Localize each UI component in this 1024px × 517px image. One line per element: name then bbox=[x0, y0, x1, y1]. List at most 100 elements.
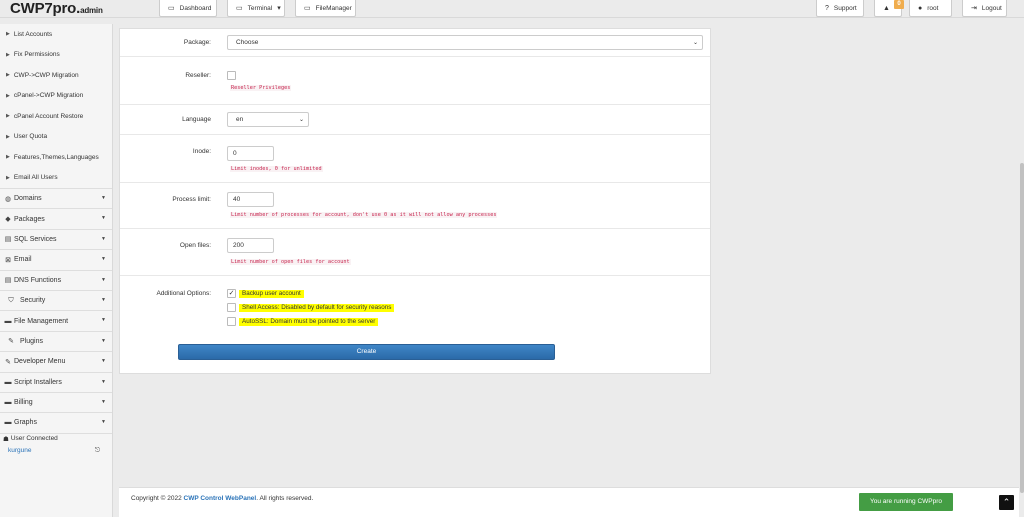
caret-down-icon: ▼ bbox=[101, 358, 106, 365]
sidebar-item-cpanel-migration[interactable]: ▶ cPanel->CWP Migration bbox=[0, 86, 112, 107]
triangle-right-icon: ▶ bbox=[6, 154, 10, 161]
user-label: root bbox=[927, 4, 939, 12]
language-row: Language en ⌄ bbox=[120, 105, 710, 135]
sidebar-item-fix-permissions[interactable]: ▶ Fix Permissions bbox=[0, 45, 112, 66]
top-bar: CWP7pro.admin ▭ Dashboard ▭ Terminal ▾ ▭… bbox=[0, 0, 1024, 18]
language-label: Language bbox=[182, 116, 211, 123]
page-scrollbar[interactable] bbox=[1019, 18, 1024, 517]
users-icon: ☗ bbox=[3, 435, 9, 443]
triangle-right-icon: ▶ bbox=[6, 31, 10, 38]
caret-down-icon: ▼ bbox=[101, 235, 106, 242]
check-icon: ✓ bbox=[228, 290, 235, 297]
logout-icon: ⇥ bbox=[971, 5, 977, 12]
user-connected-heading: ☗ User Connected bbox=[0, 432, 112, 444]
user-logout-icon[interactable]: ⎋ bbox=[95, 447, 100, 455]
inode-row: Inode: 0 Limit inodes, 0 for unlimited bbox=[120, 135, 710, 183]
scroll-top-button[interactable]: ⌃ bbox=[999, 495, 1014, 510]
bell-icon: ▲ bbox=[883, 4, 890, 12]
reseller-row: Reseller: Reseller Privileges bbox=[120, 57, 710, 105]
sidebar-item-list-accounts[interactable]: ▶ List Accounts bbox=[0, 24, 112, 45]
triangle-right-icon: ▶ bbox=[6, 72, 10, 79]
monitor-icon: ▭ bbox=[304, 5, 311, 12]
caret-down-icon: ▼ bbox=[101, 317, 106, 324]
process-limit-input[interactable]: 40 bbox=[227, 192, 274, 207]
language-select[interactable]: en ⌄ bbox=[227, 112, 309, 127]
terminal-label: Terminal bbox=[247, 4, 273, 12]
sidebar-menu-dns-functions[interactable]: ▤ DNS Functions ▼ bbox=[0, 269, 112, 290]
sidebar-item-email-all-users[interactable]: ▶ Email All Users bbox=[0, 168, 112, 189]
inode-label: Inode: bbox=[192, 148, 211, 155]
shell-access-checkbox[interactable] bbox=[227, 303, 236, 312]
server-icon: ▤ bbox=[4, 277, 12, 285]
dashboard-button[interactable]: ▭ Dashboard bbox=[159, 0, 217, 17]
open-files-help: Limit number of open files for account bbox=[230, 259, 351, 265]
sidebar-menu-script-installers[interactable]: ▬ Script Installers ▼ bbox=[0, 371, 112, 392]
caret-down-icon: ▼ bbox=[101, 215, 106, 222]
sidebar-menu-file-management[interactable]: ▬ File Management ▼ bbox=[0, 310, 112, 330]
sidebar-menu-domains[interactable]: ◍ Domains ▼ bbox=[0, 188, 112, 208]
backup-checkbox[interactable]: ✓ bbox=[227, 289, 236, 298]
support-label: Support bbox=[833, 4, 857, 12]
create-account-form: Package: Choose ⌄ Reseller: Reseller Pri… bbox=[119, 28, 711, 374]
sidebar-menu-developer[interactable]: ✎ Developer Menu ▼ bbox=[0, 351, 112, 371]
additional-options-row: Additional Options: ✓ Backup user accoun… bbox=[120, 276, 710, 332]
logout-label: Logout bbox=[981, 4, 1002, 12]
sidebar-menu-graphs[interactable]: ▬ Graphs ▼ bbox=[0, 412, 112, 432]
chevron-down-icon: ⌄ bbox=[298, 117, 304, 123]
open-files-row: Open files: 200 Limit number of open fil… bbox=[120, 229, 710, 276]
running-version-badge[interactable]: You are running CWPpro bbox=[859, 493, 953, 511]
create-button[interactable]: Create bbox=[178, 344, 555, 360]
monitor-icon: ▭ bbox=[236, 5, 243, 12]
credit-card-icon: ▬ bbox=[4, 399, 12, 407]
sidebar-item-features-themes[interactable]: ▶ Features,Themes,Languages bbox=[0, 147, 112, 168]
sidebar: ▶ List Accounts ▶ Fix Permissions ▶ CWP->CW… bbox=[0, 24, 113, 517]
sidebar-menu-plugins[interactable]: ✎ Plugins ▼ bbox=[0, 330, 112, 351]
reseller-help: Reseller Privileges bbox=[230, 85, 292, 91]
inode-input[interactable]: 0 bbox=[227, 146, 274, 161]
globe-icon: ◍ bbox=[4, 195, 12, 203]
open-files-input[interactable]: 200 bbox=[227, 238, 274, 253]
notification-badge: 0 bbox=[894, 0, 904, 9]
package-label: Package: bbox=[183, 39, 211, 46]
cwp-link[interactable]: CWP Control WebPanel bbox=[184, 495, 257, 502]
brand-logo[interactable]: CWP7pro.admin bbox=[10, 0, 103, 17]
caret-down-icon: ▼ bbox=[101, 378, 106, 385]
caret-down-icon: ▼ bbox=[101, 419, 106, 426]
sidebar-menu-security[interactable]: ⛉ Security ▼ bbox=[0, 289, 112, 310]
process-limit-help: Limit number of processes for account, d… bbox=[230, 212, 498, 218]
sidebar-menu-email[interactable]: ⊠ Email ▼ bbox=[0, 249, 112, 269]
sidebar-item-cpanel-restore[interactable]: ▶ cPanel Account Restore bbox=[0, 106, 112, 127]
caret-down-icon: ▼ bbox=[101, 398, 106, 405]
sidebar-menu-sql-services[interactable]: ▤ SQL Services ▼ bbox=[0, 228, 112, 249]
backup-option-label: Backup user account bbox=[239, 290, 304, 298]
sidebar-menu-packages[interactable]: ◆ Packages ▼ bbox=[0, 208, 112, 228]
caret-down-icon: ▼ bbox=[101, 195, 106, 201]
connected-user-link[interactable]: kurgune bbox=[8, 447, 32, 454]
dashboard-label: Dashboard bbox=[179, 4, 212, 12]
reseller-checkbox[interactable] bbox=[227, 71, 236, 80]
user-menu-button[interactable]: ● root bbox=[909, 0, 952, 17]
support-button[interactable]: ? Support bbox=[816, 0, 864, 17]
filemanager-button[interactable]: ▭ FileManager bbox=[295, 0, 356, 17]
additional-options-label: Additional Options: bbox=[156, 290, 211, 297]
triangle-right-icon: ▶ bbox=[6, 113, 10, 120]
filemanager-label: FileManager bbox=[315, 4, 352, 12]
sidebar-item-cwp-migration[interactable]: ▶ CWP->CWP Migration bbox=[0, 65, 112, 86]
sidebar-menu-billing[interactable]: ▬ Billing ▼ bbox=[0, 391, 112, 412]
autossl-checkbox[interactable] bbox=[227, 317, 236, 326]
shell-access-label: Shell Access: Disabled by default for se… bbox=[239, 304, 395, 312]
terminal-button[interactable]: ▭ Terminal ▾ bbox=[227, 0, 285, 17]
database-icon: ▤ bbox=[4, 236, 12, 244]
folder-icon: ▬ bbox=[4, 317, 12, 325]
sidebar-item-user-quota[interactable]: ▶ User Quota bbox=[0, 127, 112, 148]
logout-button[interactable]: ⇥ Logout bbox=[962, 0, 1007, 17]
open-files-label: Open files: bbox=[179, 242, 211, 249]
triangle-right-icon: ▶ bbox=[6, 51, 10, 58]
chart-icon: ▬ bbox=[4, 419, 12, 427]
user-icon: ● bbox=[918, 4, 923, 12]
package-select[interactable]: Choose ⌄ bbox=[227, 35, 703, 50]
copyright-text: Copyright © 2022 CWP Control WebPanel. A… bbox=[131, 495, 314, 502]
scrollbar-thumb[interactable] bbox=[1020, 163, 1024, 493]
package-icon: ◆ bbox=[5, 216, 11, 224]
reseller-label: Reseller: bbox=[185, 72, 211, 79]
